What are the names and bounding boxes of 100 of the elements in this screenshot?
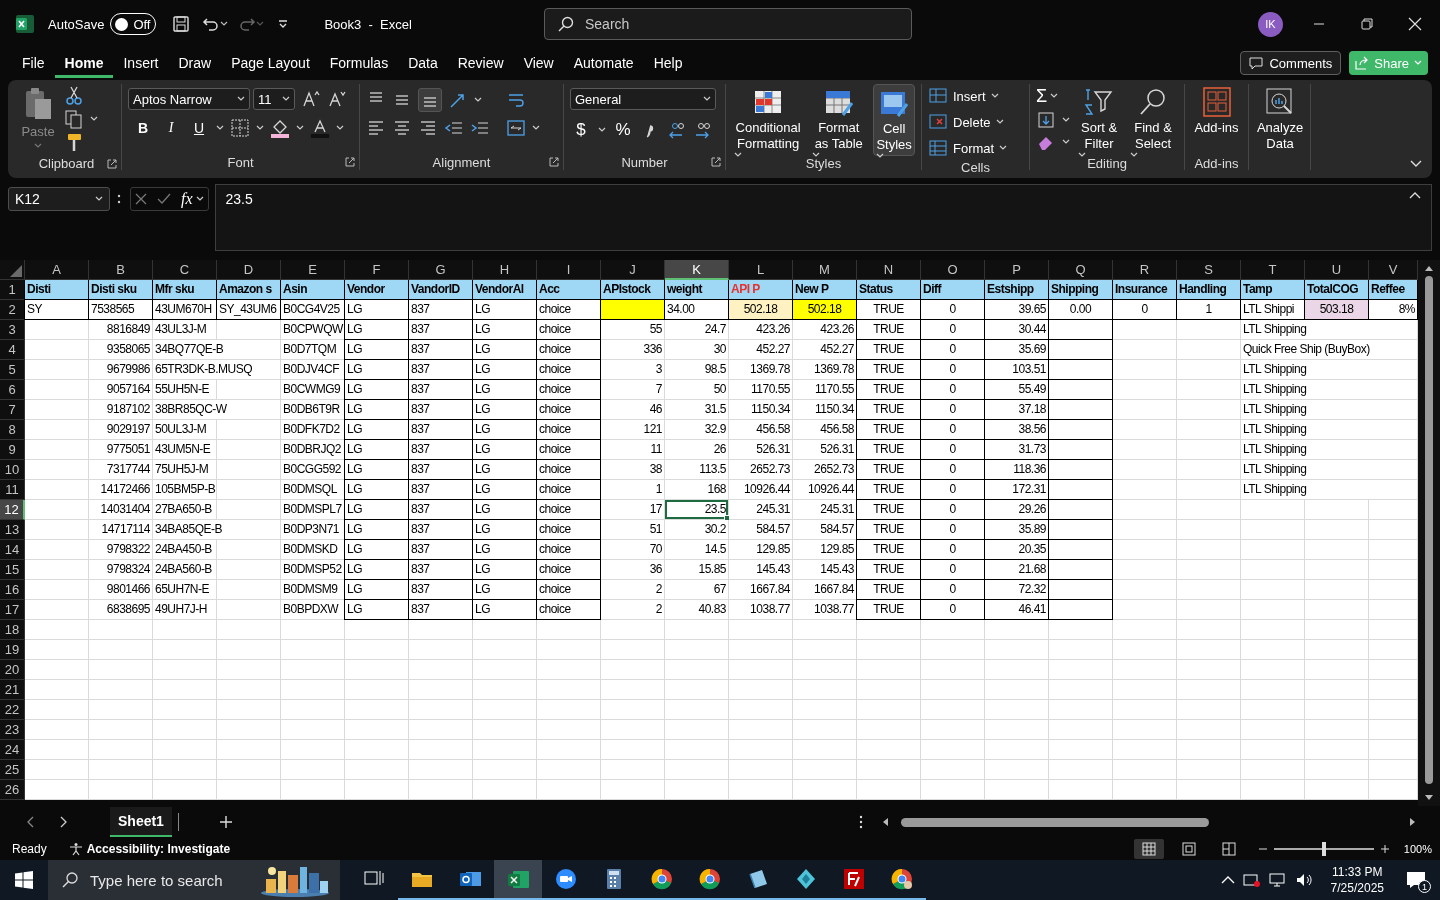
table-cell[interactable]: LG — [345, 380, 409, 400]
table-cell[interactable]: 1667.84 — [793, 580, 857, 600]
table-cell[interactable]: Reffee — [1369, 280, 1418, 300]
table-cell[interactable]: 38 — [601, 460, 665, 480]
table-cell[interactable]: SY — [25, 300, 89, 320]
table-cell[interactable]: choice — [537, 380, 601, 400]
font-select[interactable]: Aptos Narrow — [128, 88, 250, 110]
table-cell[interactable]: LTL Shippi — [1241, 300, 1305, 320]
column-header[interactable]: O — [921, 260, 985, 280]
menu-tab[interactable]: View — [513, 48, 564, 78]
table-cell[interactable]: 245.31 — [793, 500, 857, 520]
table-cell[interactable]: LTL Shipping — [1241, 360, 1418, 380]
table-cell[interactable]: TRUE — [857, 420, 921, 440]
table-cell[interactable]: 70 — [601, 540, 665, 560]
column-header[interactable]: U — [1305, 260, 1369, 280]
table-cell[interactable]: 0 — [1113, 300, 1177, 320]
row-header[interactable]: 11 — [0, 480, 25, 500]
table-cell[interactable]: LG — [473, 320, 537, 340]
table-cell[interactable]: 46.41 — [985, 600, 1049, 620]
table-cell[interactable]: 837 — [409, 420, 473, 440]
table-cell[interactable]: 837 — [409, 560, 473, 580]
row-header[interactable]: 3 — [0, 320, 25, 340]
table-cell[interactable]: Disti sku — [89, 280, 153, 300]
table-cell[interactable]: choice — [537, 560, 601, 580]
table-cell[interactable]: 14.5 — [665, 540, 729, 560]
table-cell[interactable]: 0 — [921, 300, 985, 320]
cells-button[interactable]: Format — [928, 136, 1008, 160]
table-cell[interactable]: LG — [345, 320, 409, 340]
autosum-button[interactable]: Σ — [1036, 84, 1059, 108]
table-cell[interactable]: 23.5 — [665, 500, 729, 520]
column-header[interactable]: F — [345, 260, 409, 280]
table-cell[interactable]: 0 — [921, 380, 985, 400]
column-header[interactable]: H — [473, 260, 537, 280]
table-cell[interactable]: B0D7TQM — [281, 340, 345, 360]
table-cell[interactable]: 1038.77 — [729, 600, 793, 620]
table-cell[interactable]: TRUE — [857, 340, 921, 360]
table-cell[interactable]: LG — [345, 600, 409, 620]
table-cell[interactable]: 8816849 — [89, 320, 153, 340]
table-cell[interactable]: 526.31 — [793, 440, 857, 460]
table-cell[interactable]: 0 — [921, 320, 985, 340]
table-cell[interactable]: TRUE — [857, 440, 921, 460]
row-header[interactable]: 21 — [0, 680, 25, 700]
sheet-tab[interactable]: Sheet1 — [110, 807, 172, 837]
table-cell[interactable]: 1 — [1177, 300, 1241, 320]
table-cell[interactable]: 837 — [409, 320, 473, 340]
table-cell[interactable]: 6838695 — [89, 600, 153, 620]
table-cell[interactable]: 0 — [921, 500, 985, 520]
table-cell[interactable]: 14717114 — [89, 520, 153, 540]
table-cell[interactable]: TRUE — [857, 520, 921, 540]
table-cell[interactable]: 55.49 — [985, 380, 1049, 400]
table-cell[interactable]: 7538565 — [89, 300, 153, 320]
column-header[interactable]: B — [89, 260, 153, 280]
table-cell[interactable]: Mfr sku — [153, 280, 217, 300]
table-cell[interactable]: 423.26 — [729, 320, 793, 340]
table-cell[interactable]: B0DB6T9R — [281, 400, 345, 420]
table-cell[interactable]: 7 — [601, 380, 665, 400]
table-cell[interactable]: TRUE — [857, 380, 921, 400]
table-cell[interactable]: choice — [537, 580, 601, 600]
table-cell[interactable]: LG — [345, 500, 409, 520]
table-cell[interactable]: 24BA450-B — [153, 540, 217, 560]
table-cell[interactable]: 10926.44 — [729, 480, 793, 500]
table-cell[interactable]: 0 — [921, 560, 985, 580]
accessibility-status[interactable]: Accessibility: Investigate — [86, 842, 231, 856]
menu-tab[interactable]: Insert — [113, 48, 169, 78]
table-cell[interactable]: 0 — [921, 580, 985, 600]
table-cell[interactable]: 526.31 — [729, 440, 793, 460]
table-cell[interactable]: LG — [473, 580, 537, 600]
table-cell[interactable]: B0DFK7D2 — [281, 420, 345, 440]
menu-tab[interactable]: Formulas — [319, 48, 399, 78]
table-cell[interactable]: choice — [537, 480, 601, 500]
table-cell[interactable]: Shipping — [1049, 280, 1113, 300]
table-cell[interactable]: 837 — [409, 460, 473, 480]
table-cell[interactable]: 51 — [601, 520, 665, 540]
table-cell[interactable]: 9679986 — [89, 360, 153, 380]
row-header[interactable]: 8 — [0, 420, 25, 440]
table-cell[interactable]: 43UM670H — [153, 300, 217, 320]
table-cell[interactable]: Asin — [281, 280, 345, 300]
table-cell[interactable]: TRUE — [857, 500, 921, 520]
table-cell[interactable]: 2 — [601, 580, 665, 600]
table-cell[interactable]: LTL Shipping — [1241, 380, 1418, 400]
table-cell[interactable]: 245.31 — [729, 500, 793, 520]
table-cell[interactable]: TRUE — [857, 400, 921, 420]
table-cell[interactable]: LG — [473, 400, 537, 420]
row-header[interactable]: 5 — [0, 360, 25, 380]
table-cell[interactable]: 43UM5N-E — [153, 440, 217, 460]
table-cell[interactable]: VendorAl — [473, 280, 537, 300]
table-cell[interactable]: choice — [537, 340, 601, 360]
table-cell[interactable]: 837 — [409, 520, 473, 540]
row-header[interactable]: 25 — [0, 760, 25, 780]
table-cell[interactable]: 837 — [409, 380, 473, 400]
table-cell[interactable]: 0 — [921, 460, 985, 480]
styles-button[interactable]: Format as Table — [810, 84, 868, 156]
table-cell[interactable]: choice — [537, 320, 601, 340]
table-cell[interactable]: LG — [345, 400, 409, 420]
table-cell[interactable]: 43UL3J-M — [153, 320, 217, 340]
table-cell[interactable]: 26 — [665, 440, 729, 460]
table-cell[interactable]: 452.27 — [793, 340, 857, 360]
table-cell[interactable]: 35.89 — [985, 520, 1049, 540]
row-header[interactable]: 22 — [0, 700, 25, 720]
table-cell[interactable]: 1170.55 — [729, 380, 793, 400]
